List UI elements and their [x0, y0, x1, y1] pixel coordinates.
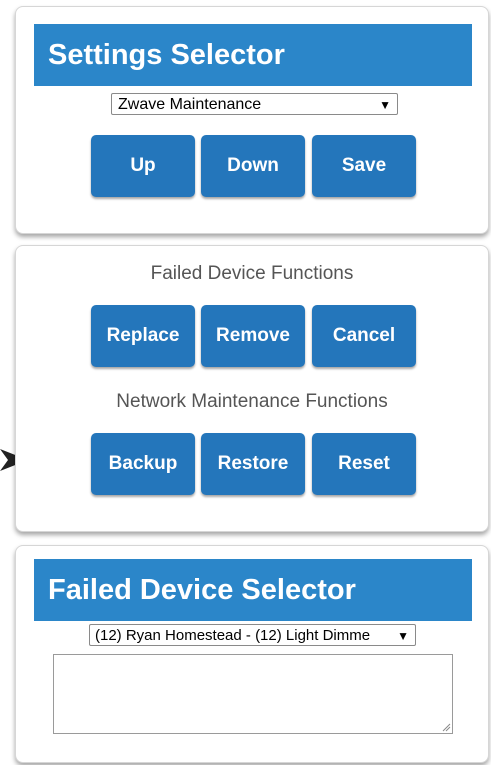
- settings-page: Settings Selector Zwave Maintenance ▼ Up…: [0, 0, 491, 765]
- up-button[interactable]: Up: [91, 135, 195, 197]
- settings-selector-panel: Settings Selector Zwave Maintenance ▼ Up…: [15, 6, 489, 234]
- failed-device-selector-title: Failed Device Selector: [34, 559, 472, 621]
- caret-down-icon: ▼: [379, 98, 391, 112]
- reset-button[interactable]: Reset: [312, 433, 416, 495]
- backup-button[interactable]: Backup: [91, 433, 195, 495]
- mode-select[interactable]: Zwave Maintenance ▼: [111, 93, 398, 115]
- caret-down-icon: ▼: [397, 629, 409, 643]
- failed-device-functions-label: Failed Device Functions: [150, 263, 354, 284]
- resize-grip-icon[interactable]: [441, 722, 451, 732]
- down-button[interactable]: Down: [201, 135, 305, 197]
- settings-selector-title: Settings Selector: [34, 24, 472, 86]
- failed-device-selector-panel: Failed Device Selector (12) Ryan Homeste…: [15, 545, 489, 763]
- remove-button[interactable]: Remove: [201, 305, 305, 367]
- mode-select-value: Zwave Maintenance: [118, 96, 262, 113]
- cancel-button[interactable]: Cancel: [312, 305, 416, 367]
- failed-device-select-value: (12) Ryan Homestead - (12) Light Dimme: [95, 627, 371, 644]
- replace-button[interactable]: Replace: [91, 305, 195, 367]
- device-details-textarea[interactable]: [53, 654, 453, 734]
- failed-device-select[interactable]: (12) Ryan Homestead - (12) Light Dimme ▼: [89, 624, 416, 646]
- maintenance-functions-panel: Failed Device Functions Replace Remove C…: [15, 245, 489, 532]
- save-button[interactable]: Save: [312, 135, 416, 197]
- restore-button[interactable]: Restore: [201, 433, 305, 495]
- network-maintenance-functions-label: Network Maintenance Functions: [116, 391, 388, 412]
